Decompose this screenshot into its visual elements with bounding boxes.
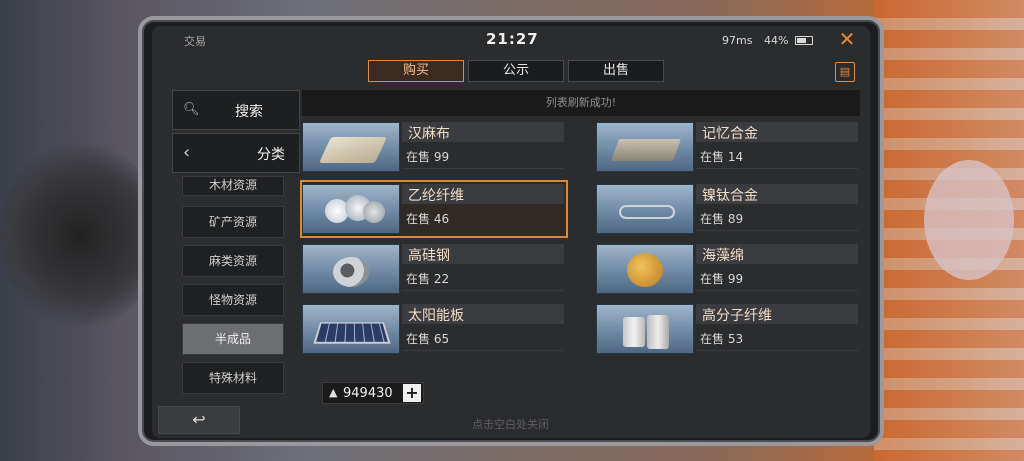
clipboard-icon[interactable]: ▤ xyxy=(835,62,855,82)
item-name: 海藻绵 xyxy=(702,248,744,264)
alloy-bar-icon xyxy=(596,122,694,172)
battery-icon xyxy=(795,36,813,45)
item-name: 镍钛合金 xyxy=(702,188,758,204)
item-count: 在售 99 xyxy=(406,150,450,164)
item-name: 记忆合金 xyxy=(702,126,758,142)
tab-bar: 购买 公示 出售 xyxy=(368,60,664,82)
return-arrow-icon: ↩ xyxy=(192,410,206,429)
trade-device: 交易 21:27 97ms 44% ✕ 购买 公示 出售 ▤ 列表刷新成功! 🔍… xyxy=(138,16,884,446)
chevron-left-icon: ‹ xyxy=(183,142,191,163)
item-count: 在售 22 xyxy=(406,272,450,286)
item-card[interactable]: 太阳能板 在售 65 xyxy=(302,302,566,356)
subcat-hemp[interactable]: 麻类资源 xyxy=(182,245,284,277)
tab-announce[interactable]: 公示 xyxy=(468,60,564,82)
search-label: 搜索 xyxy=(235,104,263,120)
clock: 21:27 xyxy=(486,30,539,48)
subcat-wood[interactable]: 木材资源 xyxy=(182,176,284,196)
item-count: 在售 46 xyxy=(406,212,450,226)
refresh-notice: 列表刷新成功! xyxy=(302,90,860,116)
tab-sell[interactable]: 出售 xyxy=(568,60,664,82)
status-bar: 交易 21:27 97ms 44% ✕ xyxy=(152,26,870,54)
wire-icon xyxy=(596,184,694,234)
item-name: 高硅钢 xyxy=(408,248,450,264)
item-card[interactable]: 高硅钢 在售 22 xyxy=(302,242,566,296)
subcat-semi-finished[interactable]: 半成品 xyxy=(182,323,284,355)
item-name: 高分子纤维 xyxy=(702,308,772,324)
search-button[interactable]: 🔍︎ 搜索 xyxy=(172,90,300,130)
close-hint: 点击空白处关闭 xyxy=(472,418,549,431)
currency-value: 949430 xyxy=(343,386,393,401)
item-count: 在售 99 xyxy=(700,272,744,286)
panel-title: 交易 xyxy=(184,35,206,48)
category-label: 分类 xyxy=(257,147,285,163)
cloth-icon xyxy=(302,122,400,172)
item-count: 在售 65 xyxy=(406,332,450,346)
close-icon[interactable]: ✕ xyxy=(836,28,858,50)
item-card-selected[interactable]: 乙纶纤维 在售 46 xyxy=(300,180,568,238)
sponge-icon xyxy=(596,244,694,294)
subcat-special[interactable]: 特殊材料 xyxy=(182,362,284,394)
item-card[interactable]: 镍钛合金 在售 89 xyxy=(596,182,860,236)
item-name: 太阳能板 xyxy=(408,308,464,324)
subcategory-list: 木材资源 矿产资源 麻类资源 怪物资源 半成品 特殊材料 xyxy=(182,176,284,401)
item-count: 在售 53 xyxy=(700,332,744,346)
item-card[interactable]: 高分子纤维 在售 53 xyxy=(596,302,860,356)
tab-buy[interactable]: 购买 xyxy=(368,60,464,82)
steel-roll-icon xyxy=(302,244,400,294)
item-card[interactable]: 海藻绵 在售 99 xyxy=(596,242,860,296)
subcat-mineral[interactable]: 矿产资源 xyxy=(182,206,284,238)
spool-icon xyxy=(596,304,694,354)
trade-panel: 交易 21:27 97ms 44% ✕ 购买 公示 出售 ▤ 列表刷新成功! 🔍… xyxy=(152,26,870,438)
category-button[interactable]: ‹ 分类 xyxy=(172,133,300,173)
battery-readout: 44% xyxy=(764,34,789,47)
background-blur-left xyxy=(0,140,160,330)
coin-icon: ▲ xyxy=(329,386,338,399)
item-card[interactable]: 汉麻布 在售 99 xyxy=(302,120,566,174)
item-count: 在售 89 xyxy=(700,212,744,226)
subcat-monster[interactable]: 怪物资源 xyxy=(182,284,284,316)
item-grid: 汉麻布 在售 99 记忆合金 在售 14 乙纶纤维 在售 46 镍钛合金 在售 … xyxy=(300,120,862,380)
solar-panel-icon xyxy=(302,304,400,354)
currency-display: ▲ 949430 + xyxy=(322,382,424,404)
item-card[interactable]: 记忆合金 在售 14 xyxy=(596,120,860,174)
background-blur-figure xyxy=(924,160,1014,280)
item-name: 乙纶纤维 xyxy=(408,188,464,204)
back-button[interactable]: ↩ xyxy=(158,406,240,434)
search-icon: 🔍︎ xyxy=(183,102,200,117)
fiber-icon xyxy=(302,184,400,234)
item-count: 在售 14 xyxy=(700,150,744,164)
item-name: 汉麻布 xyxy=(408,126,450,142)
add-currency-button[interactable]: + xyxy=(403,384,421,402)
ping-readout: 97ms xyxy=(722,34,753,47)
